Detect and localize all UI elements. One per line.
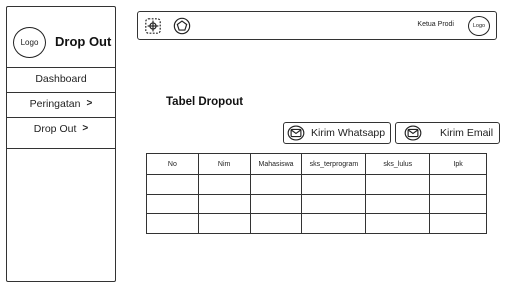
mail-icon xyxy=(404,125,422,141)
table-header-row: No Nim Mahasiswa sks_terprogram sks_lulu… xyxy=(146,153,487,175)
sidebar-item-drop-out[interactable]: Drop Out > xyxy=(7,117,115,139)
sidebar: Logo Drop Out Dashboard Peringatan > Dro… xyxy=(6,6,116,282)
table-cell xyxy=(146,174,199,195)
send-email-label: Kirim Email xyxy=(440,127,494,139)
brand: Logo Drop Out xyxy=(13,27,117,59)
table-row[interactable] xyxy=(146,213,487,234)
column-header-ipk[interactable]: Ipk xyxy=(429,153,487,175)
table-cell xyxy=(301,193,367,214)
sidebar-item-label: Dashboard xyxy=(35,72,87,85)
app-title: Drop Out xyxy=(55,34,112,49)
page-title: Tabel Dropout xyxy=(166,96,244,108)
table-cell xyxy=(429,174,487,195)
column-header-nim[interactable]: Nim xyxy=(197,153,251,175)
pentagon-icon[interactable] xyxy=(173,17,191,35)
user-role-label: Ketua Prodi xyxy=(417,21,454,28)
chevron-right-icon: > xyxy=(86,98,93,109)
send-email-button[interactable]: Kirim Email xyxy=(395,122,500,144)
sidebar-logo-text: Logo xyxy=(20,38,39,47)
table-cell xyxy=(197,193,251,214)
table-cell xyxy=(249,213,303,234)
send-whatsapp-label: Kirim Whatsapp xyxy=(311,127,386,139)
table-cell xyxy=(146,213,199,234)
table-cell xyxy=(365,193,431,214)
column-header-mahasiswa[interactable]: Mahasiswa xyxy=(249,153,303,175)
user-logo-text: Logo xyxy=(472,23,486,29)
sidebar-item-dashboard[interactable]: Dashboard xyxy=(7,67,115,89)
dropout-table: No Nim Mahasiswa sks_terprogram sks_lulu… xyxy=(146,153,487,234)
column-header-sks-terprogram[interactable]: sks_terprogram xyxy=(301,153,367,175)
table-cell xyxy=(301,174,367,195)
table-row[interactable] xyxy=(146,174,487,195)
user-avatar[interactable]: Logo xyxy=(468,16,490,36)
send-whatsapp-button[interactable]: Kirim Whatsapp xyxy=(283,122,391,144)
column-header-no[interactable]: No xyxy=(146,153,199,175)
column-header-sks-lulus[interactable]: sks_lulus xyxy=(365,153,431,175)
sidebar-item-label: Drop Out xyxy=(33,122,77,135)
table-cell xyxy=(429,193,487,214)
table-cell xyxy=(301,213,367,234)
table-cell xyxy=(249,174,303,195)
topbar: Ketua Prodi Logo xyxy=(137,11,497,40)
mail-icon xyxy=(287,125,305,141)
table-cell xyxy=(365,213,431,234)
sidebar-divider xyxy=(7,148,115,149)
table-cell xyxy=(197,174,251,195)
table-cell xyxy=(249,193,303,214)
table-row[interactable] xyxy=(146,193,487,214)
table-cell xyxy=(146,193,199,214)
table-cell xyxy=(197,213,251,234)
sidebar-item-label: Peringatan xyxy=(29,97,81,110)
crosshair-icon[interactable] xyxy=(144,17,162,35)
sidebar-logo: Logo xyxy=(13,27,46,58)
chevron-right-icon: > xyxy=(82,123,89,134)
sidebar-item-peringatan[interactable]: Peringatan > xyxy=(7,92,115,114)
table-cell xyxy=(365,174,431,195)
table-cell xyxy=(429,213,487,234)
